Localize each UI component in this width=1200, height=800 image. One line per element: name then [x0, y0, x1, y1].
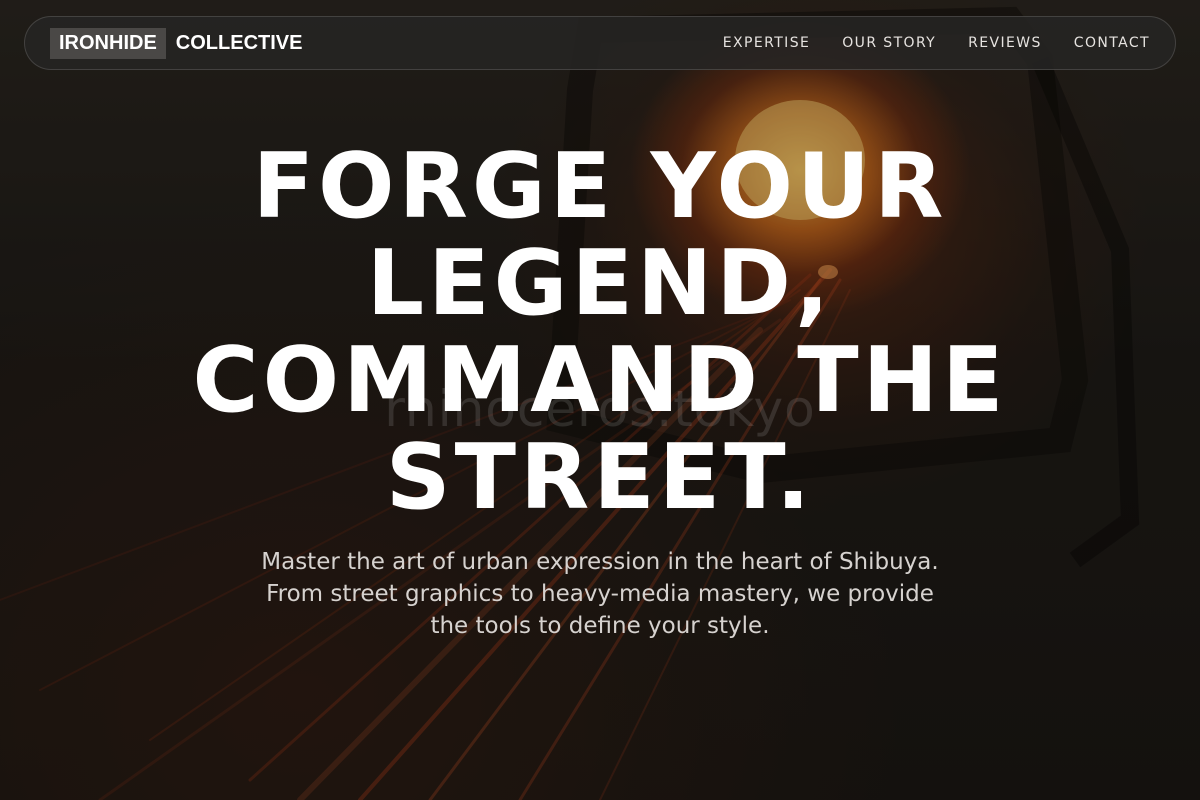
nav-link-contact[interactable]: CONTACT [1074, 35, 1150, 51]
logo-collective: COLLECTIVE [175, 31, 303, 54]
nav-link-our-story[interactable]: OUR STORY [842, 35, 936, 51]
nav-link-expertise[interactable]: EXPERTISE [723, 35, 810, 51]
nav-link-reviews[interactable]: REVIEWS [968, 35, 1042, 51]
logo-ironhide: IRONHIDE [50, 27, 166, 59]
hero-headline: FORGE YOUR LEGEND, COMMAND THE STREET. [192, 134, 1008, 530]
hero-subtext: Master the art of urban expression in th… [261, 549, 939, 639]
brand-logo[interactable]: IRONHIDE COLLECTIVE [50, 27, 303, 59]
nav-links: EXPERTISE OUR STORY REVIEWS CONTACT [723, 35, 1150, 51]
top-navbar: IRONHIDE COLLECTIVE EXPERTISE OUR STORY … [24, 16, 1176, 70]
